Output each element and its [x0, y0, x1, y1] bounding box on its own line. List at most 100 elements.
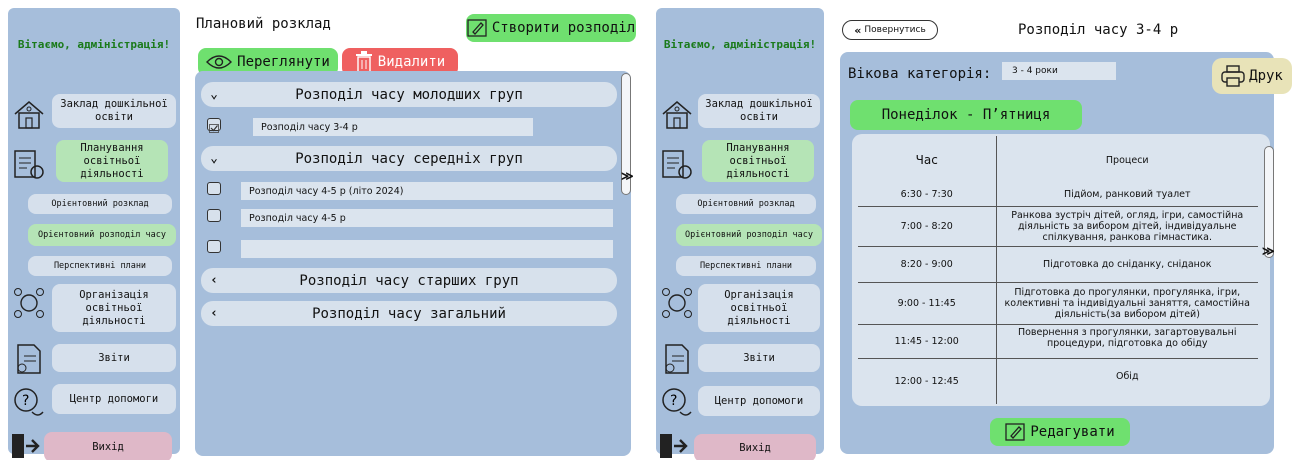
checkbox[interactable]	[207, 182, 221, 195]
sidebar-item-help[interactable]: Центр допомоги	[52, 384, 176, 414]
kindergarten-icon	[662, 101, 692, 129]
age-category-field[interactable]: 3 - 4 роки	[1002, 62, 1116, 80]
planning-icon	[662, 150, 692, 179]
sidebar-left: Вітаємо, адміністрація! Заклад дошкільно…	[8, 8, 180, 460]
sidebar-item-label: Центр допомоги	[69, 392, 159, 405]
exit-label: Вихід	[739, 441, 771, 454]
report-icon	[665, 344, 689, 374]
time-cell: 8:20 - 9:00	[858, 246, 997, 283]
time-cell: 12:00 - 12:45	[858, 358, 997, 404]
group-label: Розподіл часу загальний	[312, 305, 506, 322]
chevron-down-icon: ⌄	[210, 87, 218, 102]
group-general[interactable]: ‹ Розподіл часу загальний	[201, 301, 617, 326]
sidebar-item-organization[interactable]: Організація освітньої діяльності	[52, 284, 176, 332]
list-item-text: Розподіл часу 4-5 р	[241, 209, 613, 227]
organization-icon	[662, 288, 692, 318]
scrollbar[interactable]	[1264, 146, 1274, 258]
sidebar-item-label: Перспективні плани	[699, 260, 793, 271]
process-cell: Підготовка до сніданку, сніданок	[996, 246, 1258, 283]
sidebar-right: Вітаємо, адміністрація! Заклад дошкільно…	[656, 8, 824, 460]
sidebar-item-label: Орієнтовний розподіл часу	[685, 229, 813, 240]
trash-icon	[355, 51, 372, 73]
sidebar-item-zaklad[interactable]: Заклад дошкільної освіти	[698, 94, 820, 128]
sidebar-item-label: Організація освітньої діяльності	[724, 288, 794, 327]
process-cell: Повернення з прогулянки, загартовувальні…	[996, 324, 1258, 359]
time-cell: 9:00 - 11:45	[858, 282, 997, 325]
table-row: 7:00 - 8:20 Ранкова зустріч дітей, огляд,…	[858, 206, 1258, 247]
print-button[interactable]: Друк	[1212, 58, 1292, 94]
days-label: Понеділок - П’ятниця	[850, 100, 1082, 130]
sidebar-item-label: Планування освітньої діяльності	[726, 141, 790, 180]
page-title: Розподіл часу 3-4 р	[1018, 22, 1179, 38]
exit-button[interactable]: Вихід	[694, 434, 816, 460]
sidebar-subitem-perspective[interactable]: Перспективні плани	[28, 256, 172, 276]
column-header-time: Час	[858, 136, 997, 184]
sidebar-item-reports[interactable]: Звіти	[698, 344, 820, 372]
edit-label: Редагувати	[1030, 424, 1115, 440]
time-cell: 11:45 - 12:00	[858, 324, 997, 359]
chevron-left-icon: ‹	[210, 273, 218, 288]
checkbox[interactable]	[207, 118, 221, 133]
chevron-down-icon: ⌄	[210, 151, 218, 166]
schedule-panel: Вікова категорія: 3 - 4 роки Понеділок -…	[840, 52, 1275, 454]
list-item[interactable]: Розподіл часу 4-5 р	[207, 209, 613, 227]
scroll-down-icon[interactable]: ≫	[621, 169, 634, 183]
kindergarten-icon	[14, 101, 44, 129]
checkbox[interactable]	[207, 209, 221, 222]
scroll-down-icon[interactable]: ≫	[1262, 244, 1275, 258]
svg-text:?: ?	[670, 393, 677, 409]
sidebar-subitem-orient-schedule[interactable]: Орієнтовний розклад	[676, 194, 816, 214]
sidebar-item-label: Звіти	[98, 351, 130, 364]
sidebar-item-label: Звіти	[743, 351, 775, 364]
schedule-table: Час Процеси 6:30 - 7:30 Підйом, ранковий …	[858, 136, 1258, 404]
sidebar-item-help[interactable]: Центр допомоги	[698, 386, 820, 416]
sidebar-subitem-orient-time[interactable]: Орієнтовний розподіл часу	[28, 224, 176, 246]
checkbox[interactable]	[207, 240, 221, 253]
sidebar-subitem-orient-schedule[interactable]: Орієнтовний розклад	[28, 194, 172, 214]
list-item[interactable]: Розподіл часу 4-5 р (літо 2024)	[207, 182, 613, 200]
process-cell: Ранкова зустріч дітей, огляд, ігри, само…	[996, 206, 1258, 247]
edit-button[interactable]: Редагувати	[990, 418, 1130, 446]
group-label: Розподіл часу молодших груп	[295, 86, 523, 103]
group-label: Розподіл часу старших груп	[299, 272, 519, 289]
planning-icon	[14, 150, 44, 179]
exit-button[interactable]: Вихід	[44, 432, 172, 460]
sidebar-item-organization[interactable]: Організація освітньої діяльності	[698, 284, 820, 332]
sidebar-item-planning[interactable]: Планування освітньої діяльності	[702, 140, 814, 182]
group-middle[interactable]: ⌄ Розподіл часу середніх груп	[201, 146, 617, 171]
table-row: 8:20 - 9:00 Підготовка до сніданку, сніда…	[858, 246, 1258, 283]
sidebar-subitem-perspective[interactable]: Перспективні плани	[676, 256, 816, 276]
create-distribution-button[interactable]: Створити розподіл	[466, 14, 636, 42]
create-label: Створити розподіл	[491, 20, 636, 36]
sidebar-item-label: Заклад дошкільної освіти	[705, 98, 813, 123]
sidebar-item-label: Перспективні плани	[53, 260, 147, 271]
table-row: 6:30 - 7:30 Підйом, ранковий туалет	[858, 184, 1258, 207]
list-item-text: Розподіл часу 3-4 р	[253, 118, 533, 136]
time-cell: 6:30 - 7:30	[858, 184, 997, 207]
double-chevron-left-icon: «	[854, 23, 862, 37]
svg-text:?: ?	[22, 393, 29, 409]
exit-label: Вихід	[92, 440, 124, 453]
group-senior[interactable]: ‹ Розподіл часу старших груп	[201, 268, 617, 293]
process-cell: Підйом, ранковий туалет	[996, 184, 1258, 207]
sidebar-item-planning[interactable]: Планування освітньої діяльності	[56, 140, 168, 182]
list-item-text	[241, 240, 613, 258]
sidebar-item-label: Центр допомоги	[714, 394, 804, 407]
help-icon: ?	[14, 388, 44, 416]
chevron-left-icon: ‹	[210, 306, 218, 321]
back-button[interactable]: « Повернутись	[842, 20, 938, 40]
list-item[interactable]	[207, 240, 613, 258]
group-junior[interactable]: ⌄ Розподіл часу молодших груп	[201, 82, 617, 107]
sidebar-item-label: Організація освітньої діяльності	[79, 288, 149, 327]
sidebar-item-label: Планування освітньої діяльності	[80, 141, 144, 180]
sidebar-item-label: Орієнтовний розподіл часу	[38, 229, 166, 240]
exit-icon	[12, 434, 40, 458]
sidebar-item-reports[interactable]: Звіти	[52, 344, 176, 372]
back-label: Повернутись	[864, 25, 926, 35]
table-row: 11:45 - 12:00 Повернення з прогулянки, за…	[858, 324, 1258, 359]
sidebar-item-zaklad[interactable]: Заклад дошкільної освіти	[52, 94, 176, 128]
sidebar-item-label: Орієнтовний розклад	[51, 198, 149, 209]
sidebar-subitem-orient-time[interactable]: Орієнтовний розподіл часу	[676, 224, 822, 246]
distributions-panel: ⌄ Розподіл часу молодших груп Розподіл ча…	[195, 71, 634, 456]
list-item[interactable]: Розподіл часу 3-4 р	[207, 118, 613, 136]
